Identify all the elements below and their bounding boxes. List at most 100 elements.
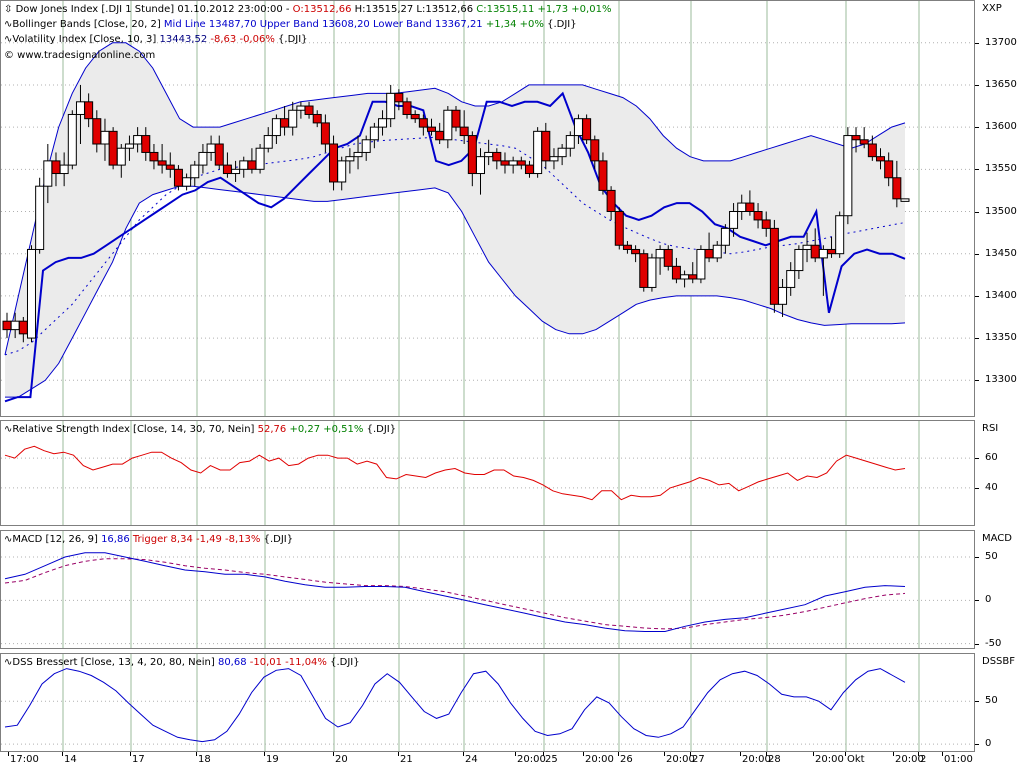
candle-down	[517, 161, 525, 165]
price-tick-mark	[975, 169, 979, 170]
time-tick-mark	[740, 752, 741, 756]
candle-down	[828, 249, 836, 253]
vi-change: -8,63 -0,06%	[210, 34, 274, 45]
candle-down	[591, 140, 599, 161]
price-tick-label: 13600	[985, 121, 1017, 132]
time-tick-mark	[918, 752, 919, 756]
price-panel[interactable]: ⇳ Dow Jones Index [.DJI 1 Stunde] 01.10.…	[0, 0, 975, 417]
candle-down	[877, 157, 885, 161]
candle-down	[428, 127, 436, 131]
rsi-chart-svg	[1, 421, 974, 525]
time-tick-label: 26	[620, 754, 633, 766]
candle-down	[313, 114, 321, 122]
rsi-panel[interactable]: ∿Relative Strength Index [Close, 14, 30,…	[0, 420, 975, 526]
open-value: O:13512,66	[293, 4, 352, 15]
dss-change: -10,01 -11,04%	[250, 657, 327, 668]
candle-up	[370, 127, 378, 140]
time-tick-mark	[515, 752, 516, 756]
candle-up	[125, 144, 133, 148]
time-tick-label: 27	[692, 754, 705, 766]
candle-up	[803, 245, 811, 249]
candle-down	[150, 152, 158, 160]
candle-down	[52, 161, 60, 174]
price-tick-label: 13350	[985, 332, 1017, 343]
time-tick-mark	[8, 752, 9, 756]
candle-down	[689, 275, 697, 279]
bollinger-header: ∿Bollinger Bands [Close, 20, 2] Mid Line…	[4, 18, 577, 31]
candle-up	[387, 93, 395, 118]
candle-up	[534, 131, 542, 173]
candle-up	[730, 212, 738, 229]
candle-up	[272, 119, 280, 136]
candle-up	[779, 287, 787, 304]
candle-up	[68, 114, 76, 165]
macd-line	[5, 553, 905, 632]
candle-down	[436, 131, 444, 139]
time-tick-mark	[664, 752, 665, 756]
candle-down	[166, 165, 174, 169]
price-tick-label: 13300	[985, 374, 1017, 385]
time-tick-mark	[196, 752, 197, 756]
candle-down	[411, 114, 419, 118]
candle-up	[264, 136, 272, 149]
time-tick-mark	[543, 752, 544, 756]
rsi-value: 52,76	[258, 424, 290, 435]
candle-down	[223, 165, 231, 173]
candle-up	[444, 110, 452, 140]
candle-up	[256, 148, 264, 169]
time-tick-label: 24	[465, 754, 478, 766]
time-tick-mark	[618, 752, 619, 756]
time-tick-label: 28	[768, 754, 781, 766]
candle-up	[101, 131, 109, 144]
candle-up	[60, 165, 68, 173]
candle-down	[419, 119, 427, 127]
macd-tick-mark	[975, 644, 979, 645]
candle-up	[27, 249, 35, 338]
time-tick-label: 2	[920, 754, 926, 766]
time-tick-mark	[398, 752, 399, 756]
candle-up	[574, 119, 582, 136]
vi-name: Volatility Index [Close, 10, 3]	[12, 34, 159, 45]
price-chart-svg	[1, 1, 974, 416]
price-tick-mark	[975, 43, 979, 44]
candle-up	[844, 136, 852, 216]
candle-down	[754, 212, 762, 220]
time-tick-mark	[333, 752, 334, 756]
candle-down	[174, 169, 182, 186]
bb-name: Bollinger Bands [Close, 20, 2]	[12, 19, 164, 30]
candle-down	[583, 119, 591, 140]
candle-up	[836, 216, 844, 254]
price-tick-mark	[975, 85, 979, 86]
candle-up	[289, 110, 297, 127]
candle-down	[705, 249, 713, 257]
candle-up	[36, 186, 44, 249]
candle-up	[134, 136, 142, 144]
candle-up	[240, 161, 248, 169]
macd-trigger-line	[5, 559, 905, 629]
bb-values: Mid Line 13487,70 Upper Band 13608,20 Lo…	[164, 19, 486, 30]
price-tick-label: 13700	[985, 37, 1017, 48]
candle-up	[509, 161, 517, 165]
time-tick-mark	[766, 752, 767, 756]
candle-down	[811, 245, 819, 258]
rsi-symbol: {.DJI}	[363, 424, 396, 435]
macd-symbol: {.DJI}	[260, 534, 293, 545]
candle-up	[338, 161, 346, 182]
macd-axis-label: MACD	[982, 533, 1012, 544]
dss-header: ∿DSS Bressert [Close, 13, 4, 20, 80, Nei…	[4, 656, 360, 669]
macd-panel[interactable]: ∿MACD [12, 26, 9] 16,86 Trigger 8,34 -1,…	[0, 530, 975, 649]
price-axis-label: XXP	[982, 3, 1002, 14]
candle-down	[460, 127, 468, 135]
candle-down	[403, 102, 411, 115]
candle-up	[183, 178, 191, 186]
candle-down	[109, 131, 117, 165]
dss-panel[interactable]: ∿DSS Bressert [Close, 13, 4, 20, 80, Nei…	[0, 653, 975, 752]
price-tick-mark	[975, 254, 979, 255]
rsi-tick-label: 60	[985, 452, 998, 463]
candle-up	[721, 228, 729, 245]
rsi-tick-mark	[975, 488, 979, 489]
macd-header: ∿MACD [12, 26, 9] 16,86 Trigger 8,34 -1,…	[4, 533, 293, 546]
price-tick-mark	[975, 296, 979, 297]
dss-tick-label: 50	[985, 695, 998, 706]
candle-down	[215, 144, 223, 165]
